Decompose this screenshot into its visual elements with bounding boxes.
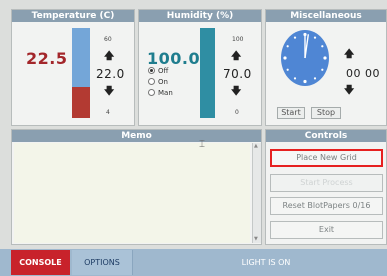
console-button[interactable]: CONSOLE: [11, 250, 70, 275]
temperature-current-value: 22.5: [26, 49, 68, 68]
temperature-title: Temperature (C): [12, 10, 134, 22]
start-process-button[interactable]: Start Process: [270, 174, 383, 192]
scroll-up-arrow-icon[interactable]: ▲: [254, 143, 258, 149]
humidity-gauge-fill: [200, 28, 215, 118]
timer-down-arrow-icon[interactable]: 🡇: [344, 86, 354, 96]
radio-button-icon: [148, 78, 155, 85]
humidity-mode-man-label: Man: [158, 89, 173, 97]
clock-tick: [313, 77, 317, 80]
temperature-scale-min: 4: [106, 109, 110, 116]
memo-panel: Memo ⌶ ▲ ▼: [11, 129, 262, 245]
options-button[interactable]: OPTIONS: [72, 250, 133, 275]
clock-tick: [323, 56, 327, 60]
clock-tick: [286, 68, 289, 71]
light-status-text: LIGHT IS ON: [241, 258, 291, 267]
clock-tick: [283, 56, 287, 60]
scroll-down-arrow-icon[interactable]: ▼: [254, 236, 258, 242]
humidity-scale-min: 0: [235, 109, 239, 116]
humidity-mode-off-label: Off: [158, 67, 169, 75]
humidity-title: Humidity (%): [139, 10, 261, 22]
temperature-gauge: [72, 28, 90, 118]
controls-panel: Controls Place New Grid Start Process Re…: [265, 129, 387, 245]
timer-up-arrow-icon[interactable]: 🡅: [344, 50, 354, 60]
clock-tick: [321, 45, 324, 48]
text-cursor-icon: ⌶: [199, 139, 205, 150]
clock-tick: [321, 68, 324, 71]
clock-tick: [293, 77, 297, 80]
humidity-setpoint: 70.0: [223, 67, 252, 81]
controls-title: Controls: [266, 130, 386, 142]
clock-tick: [313, 36, 317, 39]
memo-scrollbar[interactable]: ▲ ▼: [252, 143, 261, 243]
humidity-mode-man[interactable]: Man: [148, 89, 173, 98]
timer-value: 00 00: [346, 67, 380, 80]
misc-panel: Miscellaneous 🡅 00 00 🡇 Start Stop: [265, 9, 387, 126]
humidity-mode-off[interactable]: Off: [148, 67, 168, 76]
clock-icon: [281, 30, 329, 86]
reset-blotpapers-button[interactable]: Reset BlotPapers 0/16: [270, 197, 383, 215]
humidity-panel: Humidity (%) 100.0 100 🡅 70.0 🡇 0 Off On…: [138, 9, 262, 126]
memo-text-area[interactable]: [14, 143, 250, 243]
misc-title: Miscellaneous: [266, 10, 386, 22]
humidity-current-value: 100.0: [147, 49, 201, 68]
temperature-scale-max: 60: [104, 36, 112, 43]
clock-tick: [303, 79, 307, 84]
memo-title: Memo: [12, 130, 261, 142]
timer-stop-button[interactable]: Stop: [311, 107, 341, 119]
temperature-up-arrow-icon[interactable]: 🡅: [104, 52, 114, 62]
humidity-scale-max: 100: [232, 36, 244, 43]
clock-tick: [286, 45, 289, 48]
radio-button-icon: [148, 89, 155, 96]
temperature-panel: Temperature (C) 22.5 60 🡅 22.0 🡇 4: [11, 9, 135, 126]
temperature-gauge-fill: [72, 86, 90, 118]
timer-start-button[interactable]: Start: [277, 107, 305, 119]
temperature-down-arrow-icon[interactable]: 🡇: [104, 87, 114, 97]
humidity-down-arrow-icon[interactable]: 🡇: [231, 87, 241, 97]
temperature-setpoint: 22.0: [96, 67, 125, 81]
humidity-up-arrow-icon[interactable]: 🡅: [231, 52, 241, 62]
place-new-grid-button[interactable]: Place New Grid: [270, 149, 383, 167]
radio-button-icon: [148, 67, 155, 74]
humidity-mode-on-label: On: [158, 78, 168, 86]
humidity-mode-on[interactable]: On: [148, 78, 168, 87]
clock-tick: [293, 36, 297, 39]
humidity-gauge: [200, 28, 215, 118]
bottom-status-bar: CONSOLE OPTIONS LIGHT IS ON: [0, 249, 387, 276]
exit-button[interactable]: Exit: [270, 221, 383, 239]
